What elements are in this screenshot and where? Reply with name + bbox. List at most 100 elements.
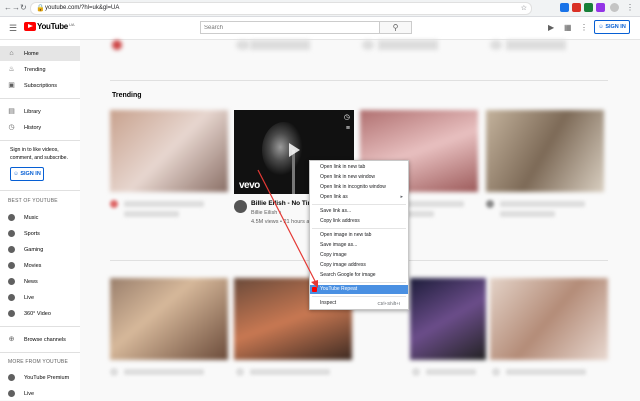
sidebar-item-live[interactable]: Live: [0, 290, 80, 305]
add-to-queue-icon[interactable]: ≡: [346, 125, 350, 132]
apps-icon[interactable]: ▦: [564, 23, 572, 32]
blurred-avatar: [412, 368, 420, 376]
sign-in-button[interactable]: ☺ SIGN IN: [594, 20, 630, 34]
lock-icon: 🔒: [36, 5, 45, 12]
menu-item-open-link-as[interactable]: Open link as ▸: [310, 193, 408, 202]
video-thumbnail[interactable]: [490, 278, 608, 360]
menu-dots-icon[interactable]: ⋮: [626, 3, 634, 12]
sidebar-item-news[interactable]: News: [0, 274, 80, 289]
menu-separator: [312, 204, 406, 205]
gaming-icon: [8, 246, 15, 253]
blurred-avatar: [236, 40, 250, 50]
blurred-avatar: [492, 368, 500, 376]
create-video-icon[interactable]: ▶: [548, 23, 554, 32]
extension-icon[interactable]: [572, 3, 581, 12]
sidebar-item-label: Home: [24, 50, 39, 57]
sidebar-item-trending[interactable]: ♨ Trending: [0, 62, 80, 77]
sports-icon: [8, 230, 15, 237]
360-icon: [8, 310, 15, 317]
subscriptions-icon: ▣: [8, 82, 15, 89]
extension-icon[interactable]: [596, 3, 605, 12]
menu-item-copy-image-address[interactable]: Copy image address: [310, 261, 408, 270]
hamburger-icon[interactable]: ☰: [9, 23, 17, 34]
menu-item-youtube-repeat[interactable]: YouTube Repeat: [310, 285, 408, 294]
movies-icon: [8, 262, 15, 269]
sidebar-divider: [0, 140, 80, 141]
trending-heading: Trending: [112, 92, 142, 99]
menu-item-copy-link-address[interactable]: Copy link address: [310, 217, 408, 226]
watch-later-icon[interactable]: ◷: [344, 113, 350, 121]
extension-icon[interactable]: [584, 3, 593, 12]
menu-item-label: YouTube Repeat: [320, 286, 358, 292]
video-thumbnail[interactable]: [110, 278, 228, 360]
sidebar-item-subscriptions[interactable]: ▣ Subscriptions: [0, 78, 80, 93]
sidebar-item-home[interactable]: ⌂ Home: [0, 46, 80, 61]
star-icon[interactable]: ☆: [521, 4, 527, 12]
channel-avatar[interactable]: [234, 200, 247, 213]
sidebar-divider: [0, 98, 80, 99]
channel-name[interactable]: Billie Eilish ♪: [251, 210, 282, 216]
sidebar-item-music[interactable]: Music: [0, 210, 80, 225]
menu-item-open-incognito[interactable]: Open link in incognito window: [310, 183, 408, 192]
blurred-text: [426, 369, 476, 375]
sidebar-item-360-video[interactable]: 360° Video: [0, 306, 80, 321]
sidebar-item-label: Sports: [24, 230, 40, 237]
menu-item-open-new-window[interactable]: Open link in new window: [310, 173, 408, 182]
best-of-youtube-heading: BEST OF YOUTUBE: [8, 198, 58, 204]
sidebar-item-library[interactable]: ▤ Library: [0, 104, 80, 119]
menu-item-copy-image[interactable]: Copy image: [310, 251, 408, 260]
back-icon[interactable]: ←: [4, 3, 12, 12]
logo-region: UA: [68, 22, 75, 27]
youtube-logo[interactable]: YouTube UA: [24, 22, 75, 31]
sidebar-item-label: Music: [24, 214, 39, 221]
sidebar-item-movies[interactable]: Movies: [0, 258, 80, 273]
play-icon: [289, 143, 300, 157]
menu-item-inspect[interactable]: Inspect Ctrl+Shift+I: [310, 299, 408, 308]
forward-icon[interactable]: →: [12, 3, 20, 12]
signin-note: Sign in to like videos, comment, and sub…: [10, 147, 68, 161]
video-thumbnail[interactable]: [486, 110, 604, 192]
address-bar[interactable]: 🔒 youtube.com/?hl=uk&gl=UA ☆: [30, 2, 532, 15]
account-icon: ☺: [13, 171, 19, 177]
sidebar-item-youtube-premium[interactable]: YouTube Premium: [0, 370, 80, 385]
sidebar-sign-in-button[interactable]: ☺ SIGN IN: [10, 167, 44, 181]
video-meta: 4.5M views • 21 hours ago: [251, 219, 316, 225]
video-thumbnail[interactable]: [110, 110, 228, 192]
menu-separator: [312, 228, 406, 229]
search-box: [200, 21, 380, 34]
youtube-play-icon: [24, 22, 36, 31]
sidebar-item-sports[interactable]: Sports: [0, 226, 80, 241]
section-divider: [110, 80, 608, 81]
reload-icon[interactable]: ↻: [20, 3, 27, 12]
blurred-text: [500, 211, 555, 217]
account-icon: ☺: [598, 24, 604, 30]
sidebar-item-label: Trending: [24, 66, 46, 73]
sidebar-item-label: Gaming: [24, 246, 44, 253]
trending-icon: ♨: [8, 66, 15, 73]
settings-icon[interactable]: ⋮: [580, 23, 588, 32]
logo-text: YouTube: [37, 22, 68, 31]
menu-item-open-new-tab[interactable]: Open link in new tab: [310, 163, 408, 172]
music-icon: [8, 214, 15, 221]
sidebar-item-gaming[interactable]: Gaming: [0, 242, 80, 257]
menu-item-search-google-image[interactable]: Search Google for image: [310, 271, 408, 280]
menu-item-open-image-new-tab[interactable]: Open image in new tab: [310, 231, 408, 240]
extension-icon[interactable]: [560, 3, 569, 12]
sidebar-item-browse-channels[interactable]: ⊕ Browse channels: [0, 332, 80, 347]
sidebar-item-label: History: [24, 124, 42, 131]
menu-separator: [312, 296, 406, 297]
menu-item-save-image-as[interactable]: Save image as...: [310, 241, 408, 250]
blurred-avatar: [110, 368, 118, 376]
search-input[interactable]: [201, 22, 374, 33]
menu-item-save-link-as[interactable]: Save link as...: [310, 207, 408, 216]
context-menu: Open link in new tab Open link in new wi…: [309, 160, 409, 310]
home-icon: ⌂: [9, 50, 14, 57]
video-thumbnail[interactable]: [410, 278, 486, 360]
address-url: youtube.com/?hl=uk&gl=UA: [45, 5, 120, 11]
blurred-avatar: [112, 40, 122, 50]
search-button[interactable]: ⚲: [380, 21, 412, 34]
sidebar-item-label: News: [24, 278, 38, 285]
profile-icon[interactable]: [610, 3, 619, 12]
sidebar-item-history[interactable]: ◷ History: [0, 120, 80, 135]
sidebar-item-live-more[interactable]: Live: [0, 386, 80, 401]
